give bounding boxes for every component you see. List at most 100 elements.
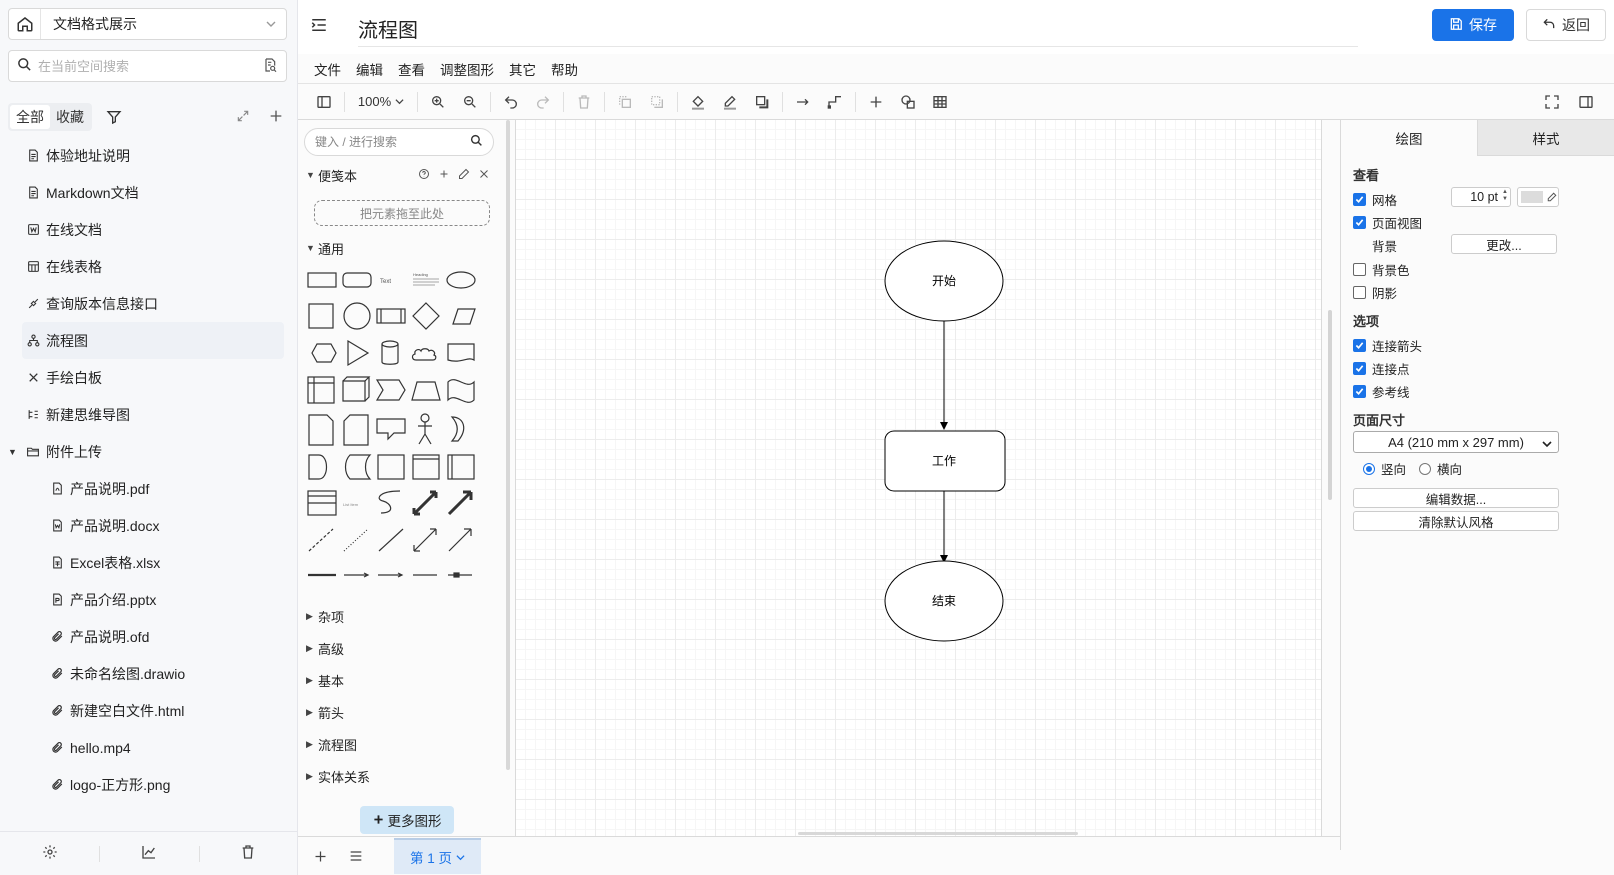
shapes-scrollbar[interactable] bbox=[506, 120, 510, 770]
shape-search-input[interactable] bbox=[315, 135, 470, 149]
undo-icon[interactable] bbox=[495, 88, 527, 116]
line-color-icon[interactable] bbox=[714, 88, 746, 116]
to-back-icon[interactable] bbox=[641, 88, 673, 116]
trash-button[interactable] bbox=[198, 832, 298, 875]
tree-item[interactable]: Excel表格.xlsx bbox=[0, 544, 290, 581]
zoom-dropdown[interactable]: 100% bbox=[349, 94, 413, 109]
node-work[interactable]: 工作 bbox=[884, 430, 1006, 492]
insert-plus-icon[interactable] bbox=[860, 88, 892, 116]
zoom-out-icon[interactable] bbox=[454, 88, 486, 116]
page-view-option[interactable]: 页面视图 bbox=[1353, 213, 1422, 232]
tree-item[interactable]: 新建思维导图 bbox=[0, 396, 290, 433]
general-header[interactable]: ▼ 通用 bbox=[306, 238, 344, 258]
section-basic[interactable]: ▶ 基本 bbox=[306, 670, 344, 690]
search-icon[interactable] bbox=[470, 134, 483, 150]
page-view-checkbox[interactable] bbox=[1353, 216, 1366, 229]
node-start[interactable]: 开始 bbox=[884, 240, 1004, 322]
tree-item[interactable]: hello.mp4 bbox=[0, 729, 290, 766]
menu-file[interactable]: 文件 bbox=[314, 59, 341, 79]
chevron-down-icon[interactable] bbox=[256, 18, 286, 30]
shadow-option[interactable]: 阴影 bbox=[1353, 283, 1397, 302]
add-icon[interactable] bbox=[268, 108, 284, 127]
page-size-select[interactable]: A4 (210 mm x 297 mm) bbox=[1353, 431, 1559, 453]
guides-option[interactable]: 参考线 bbox=[1353, 382, 1410, 401]
page-title[interactable]: 流程图 bbox=[358, 14, 418, 43]
clear-default-style-button[interactable]: 清除默认风格 bbox=[1353, 511, 1559, 531]
edit-pencil-icon[interactable] bbox=[1547, 190, 1557, 205]
bg-color-option[interactable]: 背景色 bbox=[1353, 260, 1410, 279]
home-icon[interactable] bbox=[9, 9, 41, 39]
grid-color-swatch[interactable] bbox=[1517, 187, 1559, 207]
grid-option[interactable]: 网格 bbox=[1353, 190, 1397, 209]
tree-item[interactable]: 产品说明.pdf bbox=[0, 470, 290, 507]
section-entity-relation[interactable]: ▶ 实体关系 bbox=[306, 766, 370, 786]
tree-item[interactable]: logo-正方形.png bbox=[0, 766, 290, 803]
expand-icon[interactable] bbox=[236, 109, 250, 126]
tree-item-active[interactable]: 流程图 bbox=[22, 322, 284, 359]
shadow-icon[interactable] bbox=[746, 88, 778, 116]
portrait-radio[interactable] bbox=[1363, 462, 1375, 475]
stats-button[interactable] bbox=[99, 832, 198, 875]
portrait-option[interactable]: 竖向 bbox=[1363, 459, 1406, 478]
pages-menu-icon[interactable] bbox=[338, 838, 374, 874]
page-tab-1[interactable]: 第 1 页 bbox=[394, 838, 482, 874]
tab-diagram[interactable]: 绘图 bbox=[1341, 120, 1477, 156]
search-doc-icon[interactable] bbox=[262, 57, 278, 76]
toggle-format-panel-icon[interactable] bbox=[1570, 88, 1602, 116]
grid-checkbox[interactable] bbox=[1353, 193, 1366, 206]
bg-color-checkbox[interactable] bbox=[1353, 263, 1366, 276]
connection-points-option[interactable]: 连接点 bbox=[1353, 359, 1410, 378]
fill-color-icon[interactable] bbox=[682, 88, 714, 116]
connection-arrows-option[interactable]: 连接箭头 bbox=[1353, 336, 1422, 355]
change-background-button[interactable]: 更改... bbox=[1451, 234, 1557, 254]
section-flowchart[interactable]: ▶ 流程图 bbox=[306, 734, 357, 754]
close-icon[interactable] bbox=[478, 168, 490, 183]
add-icon[interactable] bbox=[438, 168, 450, 183]
connection-arrows-checkbox[interactable] bbox=[1353, 339, 1366, 352]
help-icon[interactable] bbox=[418, 168, 430, 183]
menu-help[interactable]: 帮助 bbox=[551, 59, 578, 79]
tree-item[interactable]: 新建空白文件.html bbox=[0, 692, 290, 729]
back-button[interactable]: 返回 bbox=[1526, 9, 1606, 41]
tab-style[interactable]: 样式 bbox=[1477, 120, 1614, 156]
scratchpad-dropzone[interactable]: 把元素拖至此处 bbox=[314, 200, 490, 226]
menu-view[interactable]: 查看 bbox=[398, 59, 425, 79]
landscape-radio[interactable] bbox=[1419, 462, 1431, 475]
settings-button[interactable] bbox=[0, 832, 99, 875]
tree-item[interactable]: 手绘白板 bbox=[0, 359, 290, 396]
connection-points-checkbox[interactable] bbox=[1353, 362, 1366, 375]
shadow-checkbox[interactable] bbox=[1353, 286, 1366, 299]
guides-checkbox[interactable] bbox=[1353, 385, 1366, 398]
menu-edit[interactable]: 编辑 bbox=[356, 59, 383, 79]
tree-item[interactable]: 在线文档 bbox=[0, 211, 290, 248]
tree-item[interactable]: 未命名绘图.drawio bbox=[0, 655, 290, 692]
edit-pencil-icon[interactable] bbox=[458, 168, 470, 183]
canvas-hscroll-thumb[interactable] bbox=[798, 832, 1078, 835]
delete-icon[interactable] bbox=[568, 88, 600, 116]
menu-toggle-icon[interactable] bbox=[310, 16, 328, 37]
spinner-icon[interactable]: ▲ ▼ bbox=[1502, 189, 1508, 203]
filter-icon[interactable] bbox=[106, 109, 122, 125]
general-shape-grid[interactable]: Text Heading List Item bbox=[306, 268, 496, 598]
node-end[interactable]: 结束 bbox=[884, 560, 1004, 642]
redo-icon[interactable] bbox=[527, 88, 559, 116]
tree-item[interactable]: 产品介绍.pptx bbox=[0, 581, 290, 618]
tree-item[interactable]: 产品说明.ofd bbox=[0, 618, 290, 655]
add-page-icon[interactable] bbox=[302, 838, 338, 874]
toggle-sidebar-icon[interactable] bbox=[308, 88, 340, 116]
diagram-canvas[interactable]: 开始 工作 结束 bbox=[516, 120, 1322, 836]
search-input[interactable] bbox=[38, 58, 262, 74]
tree-item[interactable]: 产品说明.docx bbox=[0, 507, 290, 544]
shapes-icon[interactable] bbox=[892, 88, 924, 116]
canvas-vscroll-thumb[interactable] bbox=[1328, 310, 1332, 500]
landscape-option[interactable]: 横向 bbox=[1419, 459, 1462, 478]
tree-item[interactable]: 体验地址说明 bbox=[0, 137, 290, 174]
section-misc[interactable]: ▶ 杂项 bbox=[306, 606, 344, 626]
tab-all[interactable]: 全部 bbox=[10, 105, 50, 129]
menu-extras[interactable]: 其它 bbox=[509, 59, 536, 79]
tree-item-folder[interactable]: ▼ 附件上传 bbox=[0, 433, 290, 470]
scratchpad-header[interactable]: ▼ 便笺本 bbox=[306, 165, 357, 185]
section-advanced[interactable]: ▶ 高级 bbox=[306, 638, 344, 658]
tree-item[interactable]: 查询版本信息接口 bbox=[0, 285, 290, 322]
tree-item[interactable]: 在线表格 bbox=[0, 248, 290, 285]
